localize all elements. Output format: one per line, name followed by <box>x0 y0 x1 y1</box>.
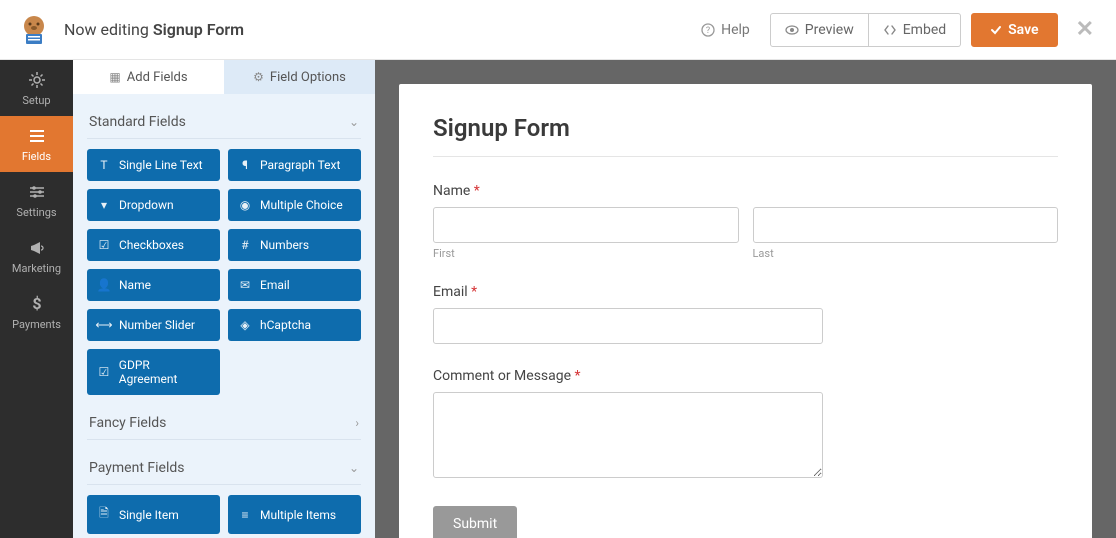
paragraph-icon: ¶ <box>238 158 252 172</box>
close-button[interactable]: ✕ <box>1068 17 1102 42</box>
chevron-right-icon: › <box>355 416 359 430</box>
app-logo <box>14 10 54 50</box>
group-standard-header[interactable]: Standard Fields ⌄ <box>87 106 361 139</box>
doc-icon: 🗎 <box>97 504 111 525</box>
rail-fields[interactable]: Fields <box>0 116 73 172</box>
user-icon: 👤 <box>97 278 111 292</box>
submit-button[interactable]: Submit <box>433 506 517 538</box>
embed-button[interactable]: Embed <box>869 13 961 47</box>
tab-field-options[interactable]: ⚙ Field Options <box>224 60 375 94</box>
slider-icon: ⟷ <box>97 318 111 332</box>
group-payment-header[interactable]: Payment Fields ⌄ <box>87 452 361 485</box>
group-fancy-header[interactable]: Fancy Fields › <box>87 407 361 440</box>
help-icon: ? <box>701 22 715 38</box>
panel-scroll[interactable]: Standard Fields ⌄ TSingle Line Text ¶Par… <box>73 94 375 538</box>
mail-icon: ✉ <box>238 278 252 292</box>
preview-embed-group: Preview Embed <box>770 13 961 47</box>
first-sublabel: First <box>433 247 739 260</box>
chevron-down-icon: ⌄ <box>349 461 359 475</box>
field-dropdown[interactable]: ▾Dropdown <box>87 189 220 221</box>
last-name-input[interactable] <box>753 207 1059 243</box>
sliders-icon <box>28 181 46 202</box>
email-label: Email * <box>433 284 1058 300</box>
standard-fields-grid: TSingle Line Text ¶Paragraph Text ▾Dropd… <box>87 149 361 395</box>
dollar-icon: $ <box>28 293 46 314</box>
svg-text:?: ? <box>706 26 710 36</box>
rail-setup[interactable]: Setup <box>0 60 73 116</box>
gear-icon <box>28 69 46 90</box>
email-input[interactable] <box>433 308 823 344</box>
megaphone-icon <box>28 237 46 258</box>
field-paragraph-text[interactable]: ¶Paragraph Text <box>228 149 361 181</box>
editing-label: Now editing Signup Form <box>64 20 244 39</box>
name-label: Name * <box>433 183 1058 199</box>
svg-text:$: $ <box>32 295 41 313</box>
panel-tabs: ▦ Add Fields ⚙ Field Options <box>73 60 375 94</box>
field-single-item[interactable]: 🗎Single Item <box>87 495 220 534</box>
grid-icon: ▦ <box>109 70 120 84</box>
preview-button[interactable]: Preview <box>770 13 869 47</box>
first-name-input[interactable] <box>433 207 739 243</box>
workspace: Setup Fields Settings Marketing $ Paymen… <box>0 60 1116 538</box>
field-multiple-choice[interactable]: ◉Multiple Choice <box>228 189 361 221</box>
form-field-email[interactable]: Email * <box>433 284 1058 344</box>
form-preview: Signup Form Name * First Last Email * <box>399 84 1092 538</box>
form-title: Signup Form <box>433 114 1058 157</box>
topbar: Now editing Signup Form ? Help Preview E… <box>0 0 1116 60</box>
comment-textarea[interactable] <box>433 392 823 478</box>
form-canvas[interactable]: Signup Form Name * First Last Email * <box>375 60 1116 538</box>
form-field-name[interactable]: Name * First Last <box>433 183 1058 260</box>
check-icon <box>990 22 1002 38</box>
field-name[interactable]: 👤Name <box>87 269 220 301</box>
tab-add-fields[interactable]: ▦ Add Fields <box>73 60 224 94</box>
field-number-slider[interactable]: ⟷Number Slider <box>87 309 220 341</box>
nav-rail: Setup Fields Settings Marketing $ Paymen… <box>0 60 73 538</box>
rail-payments[interactable]: $ Payments <box>0 284 73 340</box>
help-link[interactable]: ? Help <box>691 16 760 44</box>
shield-icon: ◈ <box>238 318 252 332</box>
field-gdpr-agreement[interactable]: ☑GDPR Agreement <box>87 349 220 395</box>
sliders-icon: ⚙ <box>253 70 264 84</box>
radio-icon: ◉ <box>238 198 252 212</box>
check-icon: ☑ <box>97 238 111 252</box>
payment-fields-grid: 🗎Single Item ≡Multiple Items <box>87 495 361 534</box>
code-icon <box>883 22 897 38</box>
rail-settings[interactable]: Settings <box>0 172 73 228</box>
field-hcaptcha[interactable]: ◈hCaptcha <box>228 309 361 341</box>
save-button[interactable]: Save <box>971 13 1057 47</box>
field-single-line-text[interactable]: TSingle Line Text <box>87 149 220 181</box>
field-email[interactable]: ✉Email <box>228 269 361 301</box>
list-icon <box>28 125 46 146</box>
field-checkboxes[interactable]: ☑Checkboxes <box>87 229 220 261</box>
check-square-icon: ☑ <box>97 365 111 379</box>
eye-icon <box>785 22 799 38</box>
field-multiple-items[interactable]: ≡Multiple Items <box>228 495 361 534</box>
field-numbers[interactable]: #Numbers <box>228 229 361 261</box>
rail-marketing[interactable]: Marketing <box>0 228 73 284</box>
chevron-down-icon: ⌄ <box>349 115 359 129</box>
fields-panel: ▦ Add Fields ⚙ Field Options Standard Fi… <box>73 60 375 538</box>
hash-icon: # <box>238 238 252 252</box>
last-sublabel: Last <box>753 247 1059 260</box>
comment-label: Comment or Message * <box>433 368 1058 384</box>
text-icon: T <box>97 158 111 172</box>
list-icon: ≡ <box>238 508 252 522</box>
caret-down-icon: ▾ <box>97 198 111 212</box>
form-field-comment[interactable]: Comment or Message * <box>433 368 1058 482</box>
